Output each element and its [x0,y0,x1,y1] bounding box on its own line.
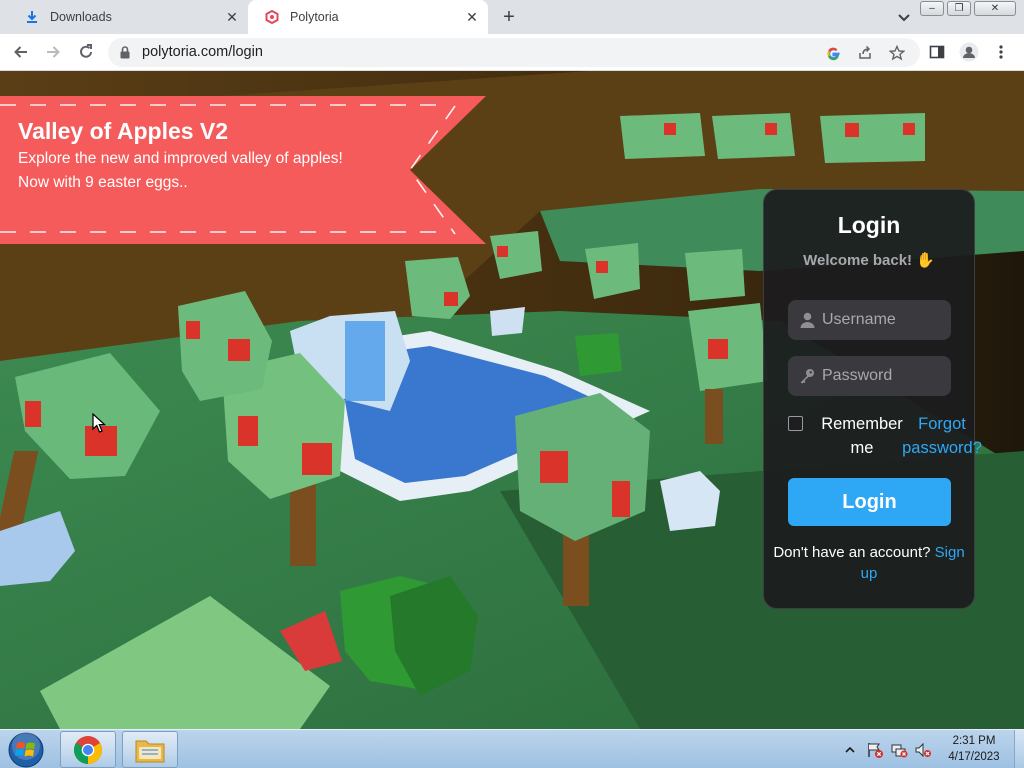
back-button[interactable] [10,41,32,63]
username-field[interactable] [788,300,951,340]
username-input[interactable] [822,311,942,329]
signup-prompt-text: Don't have an account? [773,544,931,561]
windows-taskbar: 2:31 PM 4/17/2023 [0,729,1024,768]
back-arrow-icon [14,46,27,58]
close-tab-icon[interactable]: ✕ [224,9,240,25]
reload-icon [80,44,92,58]
taskbar-explorer-button[interactable] [122,731,178,768]
close-tab-icon[interactable]: ✕ [464,9,480,25]
url-text: polytoria.com/login [142,44,263,60]
tab-label: Downloads [50,10,112,24]
download-icon [24,9,40,25]
signup-prompt: Don't have an account? Sign up [764,542,974,584]
side-panel-icon[interactable] [926,41,948,63]
show-hidden-icons-icon[interactable] [844,744,856,756]
window-close-button[interactable]: ✕ [974,1,1016,16]
key-icon [792,356,822,396]
minimize-button[interactable]: – [920,1,944,16]
profile-avatar-icon[interactable] [958,41,980,63]
banner-description: Explore the new and improved valley of a… [18,150,343,191]
google-icon[interactable] [824,44,842,62]
window-controls: – ❐ ✕ [920,1,1016,16]
restore-button[interactable]: ❐ [947,1,971,16]
clock-date: 4/17/2023 [948,751,1000,763]
mouse-cursor-icon [92,413,106,433]
forward-button[interactable] [42,41,64,63]
tab-downloads[interactable]: Downloads ✕ [8,0,249,34]
user-icon [792,300,822,340]
new-tab-button[interactable]: + [498,6,520,28]
action-center-flag-icon[interactable] [866,741,884,759]
remember-me-row[interactable]: Remember me [788,412,903,457]
clock-time: 2:31 PM [952,735,996,747]
web-page: Valley of Apples V2 Explore the new and … [0,71,1024,729]
welcome-text: Welcome back! ✋ [803,252,935,269]
start-button[interactable] [4,731,48,768]
login-heading: Login [837,212,901,238]
menu-kebab-icon[interactable] [990,41,1012,63]
remember-me-label[interactable]: Remember me [812,412,912,460]
windows-logo-icon [8,731,44,767]
forward-arrow-icon [47,46,60,58]
volume-muted-icon[interactable] [914,741,932,759]
tab-polytoria[interactable]: Polytoria ✕ [248,0,488,34]
reload-button[interactable] [75,41,97,63]
featured-game-banner[interactable]: Valley of Apples V2 Explore the new and … [0,96,486,244]
login-button[interactable]: Login [788,478,951,526]
system-tray [844,730,932,768]
taskbar-clock[interactable]: 2:31 PM 4/17/2023 [940,733,1008,765]
network-icon[interactable] [890,741,908,759]
tab-strip: Downloads ✕ Polytoria ✕ + – ❐ ✕ [0,0,1024,34]
forgot-password-link[interactable]: Forgot password? [900,412,984,460]
password-field[interactable] [788,356,951,396]
show-desktop-button[interactable] [1014,730,1024,768]
taskbar-chrome-button[interactable] [60,731,116,768]
password-input[interactable] [822,367,942,385]
chrome-icon [74,735,102,764]
tab-label: Polytoria [290,10,339,24]
bookmark-star-icon[interactable] [888,44,906,62]
browser-toolbar: polytoria.com/login [0,34,1024,71]
login-form: Login Welcome back! ✋ Remember me Forgot… [763,189,982,609]
address-bar[interactable]: polytoria.com/login [108,38,920,67]
remember-me-checkbox[interactable] [788,416,803,431]
folder-icon [135,740,165,762]
polytoria-favicon-icon [264,9,280,25]
lock-icon[interactable] [120,46,130,64]
tab-search-chevron-icon[interactable] [895,8,913,26]
share-icon[interactable] [856,44,874,62]
banner-title: Valley of Apples V2 [18,118,229,144]
